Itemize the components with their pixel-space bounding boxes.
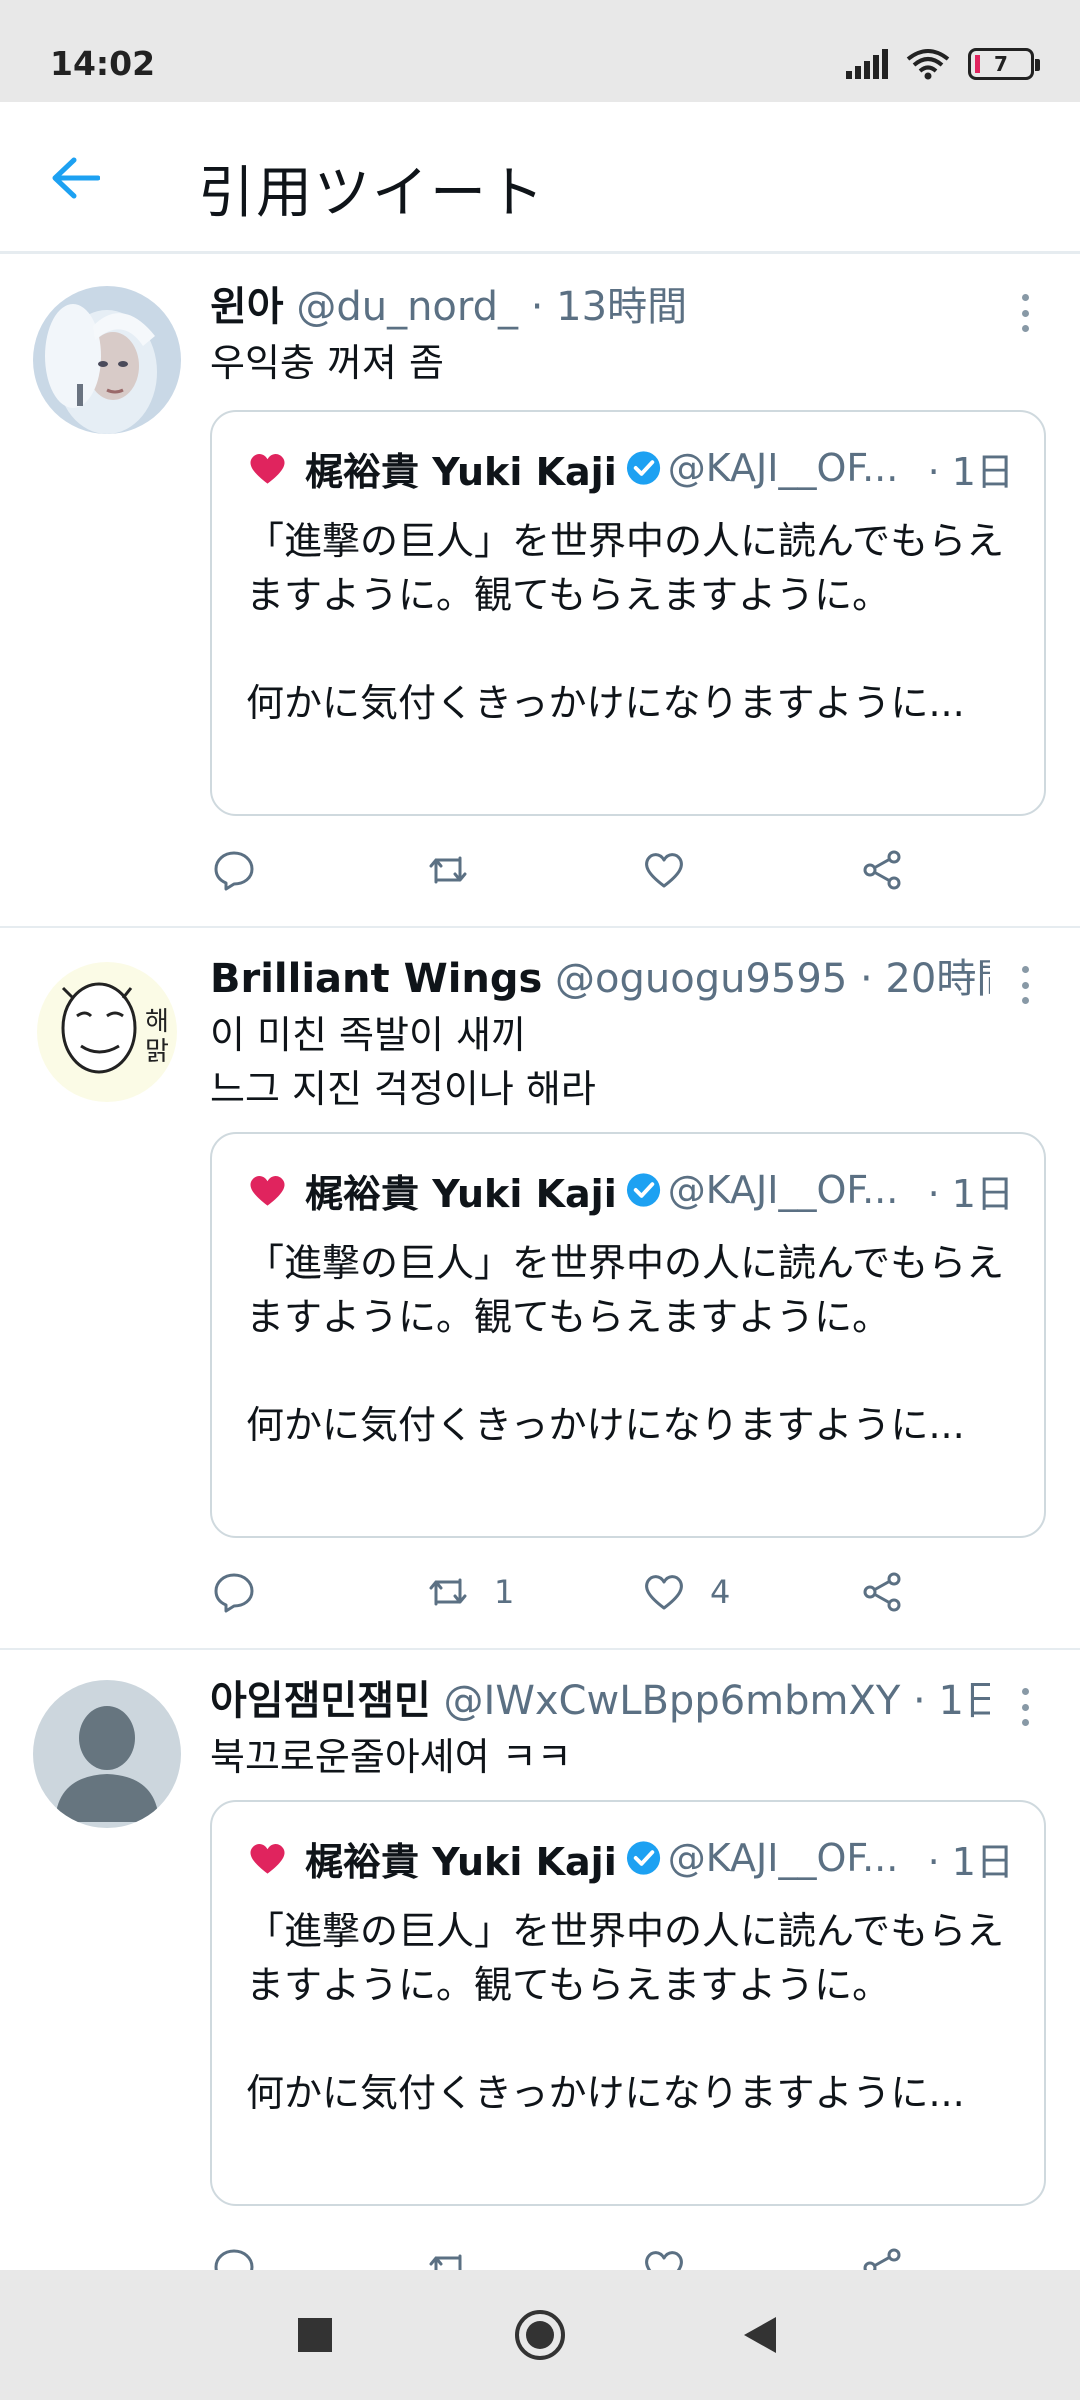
heart-outline-icon <box>645 853 683 888</box>
quoted-tweet-line1: 「進撃の巨人」を世界中の人に読んでもらえますように。観てもらえますように。 <box>246 1909 1005 2007</box>
reply-icon <box>214 1573 254 1613</box>
user-handle[interactable]: @du_nord_ <box>296 284 518 330</box>
quoted-tweet-line2: 何かに気付くきっかけになりますように... <box>246 681 965 725</box>
battery-icon: 7 <box>968 48 1040 80</box>
like-count: 4 <box>710 1573 731 1611</box>
tweet-header: 아임잼민잼민 @IWxCwLBpp6mbmXY · 1日 <box>210 1676 990 1726</box>
status-bar: 14:02 7 <box>0 0 1080 102</box>
quoted-tweet-header: 梶裕貴 Yuki Kaji @KAJI__OF... · 1日 <box>248 1162 1014 1218</box>
tweet-text: 우익충 꺼져 좀 <box>210 341 444 385</box>
user-name[interactable]: 아임잼민잼민 <box>210 1678 431 1724</box>
tweet-time: · 1日 <box>913 1678 990 1724</box>
quoted-tweet-time: · 1日 <box>927 1839 1014 1884</box>
home-circle-icon <box>515 2310 565 2360</box>
tweet-card[interactable]: 윈아 @du_nord_ · 13時間 우익충 꺼져 좀 梶裕貴 Yuki Ka… <box>0 256 1080 928</box>
quoted-tweet-text: 「進撃の巨人」を世界中の人に読んでもらえますように。観てもらえますように。 何か… <box>246 514 1014 730</box>
share-button[interactable] <box>860 1562 904 1622</box>
quoted-user-name: 梶裕貴 Yuki Kaji <box>305 1839 617 1884</box>
quoted-tweet[interactable]: 梶裕貴 Yuki Kaji @KAJI__OF... · 1日 「進撃の巨人」を… <box>210 1132 1046 1538</box>
retweet-button[interactable] <box>426 840 494 900</box>
svg-text:해: 해 <box>145 1007 169 1037</box>
quoted-tweet-line2: 何かに気付くきっかけになりますように... <box>246 1403 965 1447</box>
recents-button[interactable] <box>280 2300 350 2370</box>
more-options-button[interactable] <box>1010 1684 1040 1730</box>
quoted-tweet-header: 梶裕貴 Yuki Kaji @KAJI__OF... · 1日 <box>248 440 1014 496</box>
like-button[interactable]: 4 <box>642 1562 730 1622</box>
share-icon <box>863 1572 901 1612</box>
heart-icon <box>250 1175 285 1206</box>
tweet-actions: 1 4 <box>210 1562 1030 1622</box>
verified-badge-icon <box>626 1841 660 1875</box>
verified-badge-icon <box>626 1173 660 1207</box>
quoted-tweet-line1: 「進撃の巨人」を世界中の人に読んでもらえますように。観てもらえますように。 <box>246 1241 1005 1339</box>
tweet-card[interactable]: 해 맑 Brilliant Wings @oguogu9595 · 20時間 이… <box>0 928 1080 1650</box>
like-button[interactable] <box>642 840 710 900</box>
heart-icon <box>250 1843 285 1874</box>
verified-badge-icon <box>626 451 660 485</box>
retweet-count: 1 <box>494 1573 515 1611</box>
svg-text:맑: 맑 <box>145 1037 169 1067</box>
retweet-icon <box>429 1578 467 1606</box>
quoted-tweet-text: 「進撃の巨人」を世界中の人に読んでもらえますように。観てもらえますように。 何か… <box>246 1236 1014 1452</box>
quoted-tweet-time: · 1日 <box>927 449 1014 494</box>
system-nav-bar <box>0 2270 1080 2400</box>
quoted-tweet-text: 「進撃の巨人」を世界中の人に読んでもらえますように。観てもらえますように。 何か… <box>246 1904 1014 2120</box>
tweet-text: 이 미친 족발이 새끼 느그 지진 걱정이나 해라 <box>210 1013 596 1111</box>
signal-icon <box>846 49 888 79</box>
quoted-tweet[interactable]: 梶裕貴 Yuki Kaji @KAJI__OF... · 1日 「進撃の巨人」を… <box>210 410 1046 816</box>
quoted-user-handle: @KAJI__OF... <box>667 1836 899 1880</box>
heart-icon <box>250 453 285 484</box>
quoted-tweet-time: · 1日 <box>927 1171 1014 1216</box>
quoted-user-handle: @KAJI__OF... <box>667 446 899 490</box>
quoted-tweet-line1: 「進撃の巨人」を世界中の人に読んでもらえますように。観てもらえますように。 <box>246 519 1005 617</box>
arrow-left-icon <box>52 157 100 199</box>
reply-icon <box>214 851 254 891</box>
share-icon <box>863 850 901 890</box>
quoted-tweet[interactable]: 梶裕貴 Yuki Kaji @KAJI__OF... · 1日 「進撃の巨人」を… <box>210 1800 1046 2206</box>
retweet-icon <box>429 856 467 884</box>
home-button[interactable] <box>505 2300 575 2370</box>
tweet-header: Brilliant Wings @oguogu9595 · 20時間 <box>210 954 990 1004</box>
tweet-time: · 13時間 <box>530 284 688 330</box>
quoted-user-name: 梶裕貴 Yuki Kaji <box>305 449 617 494</box>
user-handle[interactable]: @IWxCwLBpp6mbmXY <box>444 1678 901 1724</box>
more-options-button[interactable] <box>1010 962 1040 1008</box>
tweet-text: 북끄로운줄아셰여 ㅋㅋ <box>210 1735 572 1779</box>
quoted-tweet-header: 梶裕貴 Yuki Kaji @KAJI__OF... · 1日 <box>248 1830 1014 1886</box>
avatar[interactable] <box>33 286 181 434</box>
square-icon <box>298 2318 332 2352</box>
user-name[interactable]: Brilliant Wings <box>210 956 542 1002</box>
status-icons: 7 <box>846 44 1040 84</box>
tweet-actions <box>210 840 1030 900</box>
avatar[interactable]: 해 맑 <box>33 958 181 1106</box>
tweet-card[interactable]: 아임잼민잼민 @IWxCwLBpp6mbmXY · 1日 북끄로운줄아셰여 ㅋㅋ… <box>0 1650 1080 2289</box>
wifi-icon <box>906 49 950 80</box>
battery-level: 7 <box>994 52 1008 76</box>
avatar[interactable] <box>33 1680 181 1828</box>
reply-button[interactable] <box>212 1562 256 1622</box>
more-options-button[interactable] <box>1010 290 1040 336</box>
triangle-back-icon <box>744 2317 776 2353</box>
quoted-user-name: 梶裕貴 Yuki Kaji <box>305 1171 617 1216</box>
share-button[interactable] <box>860 840 904 900</box>
back-nav-button[interactable] <box>725 2300 795 2370</box>
reply-button[interactable] <box>212 840 256 900</box>
user-name[interactable]: 윈아 <box>210 284 284 330</box>
retweet-button[interactable]: 1 <box>426 1562 514 1622</box>
app-header: 引用ツイート <box>0 102 1080 254</box>
quoted-user-handle: @KAJI__OF... <box>667 1168 899 1212</box>
page-title: 引用ツイート <box>198 161 546 226</box>
status-time: 14:02 <box>50 44 156 83</box>
user-handle[interactable]: @oguogu9595 <box>555 956 847 1002</box>
tweet-time: · 20時間 <box>860 956 990 1002</box>
heart-outline-icon <box>645 1575 683 1610</box>
back-button[interactable] <box>44 147 106 209</box>
tweet-header: 윈아 @du_nord_ · 13時間 <box>210 282 990 332</box>
quoted-tweet-line2: 何かに気付くきっかけになりますように... <box>246 2071 965 2115</box>
